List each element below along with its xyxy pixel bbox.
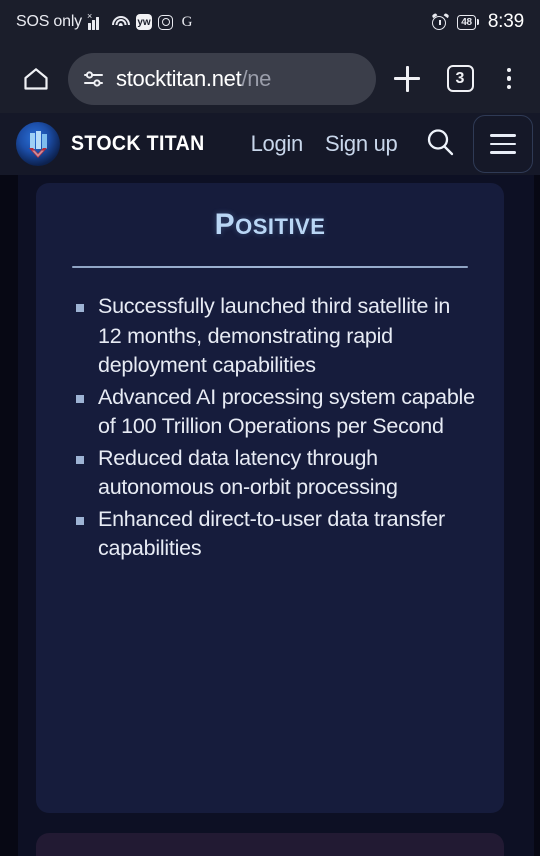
- tab-switcher-button[interactable]: 3: [438, 57, 482, 101]
- url-text[interactable]: stocktitan.net/ne: [116, 66, 271, 92]
- signal-bars-no-service-icon: ×: [87, 11, 105, 30]
- search-button[interactable]: [421, 125, 459, 163]
- status-bar-left: SOS only × yw G: [16, 11, 432, 31]
- instagram-icon: [158, 14, 173, 30]
- search-icon: [424, 126, 456, 163]
- browser-toolbar: stocktitan.net/ne 3: [0, 44, 540, 113]
- url-path: /ne: [241, 65, 272, 91]
- positive-title-rest: OSITIVE: [235, 214, 326, 239]
- hamburger-menu-button[interactable]: [473, 115, 534, 173]
- three-dot-menu-icon: [506, 67, 512, 73]
- wifi-icon: [111, 15, 130, 30]
- battery-indicator: 48: [457, 14, 479, 30]
- clock-label: 8:39: [487, 11, 524, 32]
- list-item: Enhanced direct-to-user data transfer ca…: [72, 505, 478, 564]
- list-item: Successfully launched third satellite in…: [72, 292, 478, 381]
- battery-level-label: 48: [457, 14, 476, 30]
- hamburger-menu-icon: [490, 134, 517, 137]
- plus-icon: [394, 65, 420, 92]
- header-nav: Login Sign up: [251, 131, 398, 157]
- list-item: Reduced data latency through autonomous …: [72, 444, 478, 503]
- negative-title: NEGATIVE: [36, 833, 504, 856]
- google-icon: G: [181, 14, 193, 30]
- alarm-clock-icon: [431, 12, 450, 30]
- list-item: Advanced AI processing system capable of…: [72, 383, 478, 442]
- positive-title-cap: P: [214, 208, 236, 241]
- signup-link[interactable]: Sign up: [325, 131, 398, 157]
- status-bar-right: 48 8:39: [431, 11, 524, 33]
- carrier-label: SOS only: [16, 13, 82, 30]
- page-content: POSITIVE Successfully launched third sat…: [0, 175, 540, 856]
- tab-count-label: 3: [446, 65, 474, 92]
- app-notification-icon: yw: [136, 14, 152, 30]
- positive-divider: [72, 266, 468, 268]
- login-link[interactable]: Login: [251, 131, 304, 157]
- site-settings-tune-icon[interactable]: [84, 70, 104, 88]
- new-tab-button[interactable]: [386, 57, 428, 101]
- negative-card: NEGATIVE None.: [36, 833, 504, 856]
- positive-bullet-list: Successfully launched third satellite in…: [72, 292, 478, 564]
- positive-title: POSITIVE: [36, 183, 504, 242]
- status-bar: SOS only × yw G 48 8:39: [0, 0, 540, 44]
- url-bar[interactable]: stocktitan.net/ne: [68, 52, 376, 105]
- brand-label: STOCK TITAN: [71, 132, 205, 155]
- url-domain: stocktitan.net: [116, 65, 242, 91]
- stock-titan-logo-icon[interactable]: [16, 122, 60, 166]
- positive-card: POSITIVE Successfully launched third sat…: [36, 183, 504, 813]
- home-icon: [23, 67, 49, 91]
- home-button[interactable]: [14, 57, 58, 101]
- site-header: STOCK TITAN Login Sign up: [0, 113, 540, 175]
- browser-menu-button[interactable]: [492, 57, 526, 101]
